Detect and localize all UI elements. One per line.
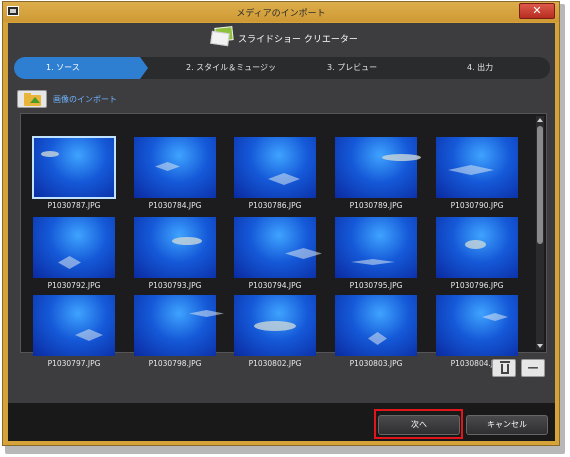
- trash-icon: [500, 361, 510, 374]
- photo-thumbnail[interactable]: P1030802.JPG: [234, 295, 316, 375]
- import-images-button[interactable]: [17, 90, 47, 108]
- photo-image: [234, 137, 316, 198]
- page-title: スライドショー クリエーター: [238, 35, 358, 45]
- delete-button[interactable]: [492, 359, 516, 377]
- photo-image: [32, 136, 116, 199]
- photo-thumbnail[interactable]: P1030794.JPG: [234, 217, 322, 297]
- import-images-label[interactable]: 画像のインポート: [53, 94, 117, 105]
- photo-thumbnail[interactable]: P1030797.JPG: [33, 295, 115, 375]
- photo-image: [234, 295, 316, 356]
- photo-filename: P1030803.JPG: [349, 359, 403, 368]
- photo-thumbnail[interactable]: P1030796.JPG: [436, 217, 518, 297]
- step-preview[interactable]: 3. プレビュー: [327, 57, 377, 79]
- next-button-highlight: [374, 409, 463, 439]
- photo-filename: P1030795.JPG: [349, 281, 403, 290]
- photo-thumbnail[interactable]: P1030798.JPG: [134, 295, 224, 375]
- step-output[interactable]: 4. 出力: [467, 57, 493, 79]
- photo-filename: P1030787.JPG: [47, 201, 101, 210]
- title-bar[interactable]: メディアのインポート ✕: [3, 2, 559, 22]
- photo-thumbnail[interactable]: P1030790.JPG: [436, 137, 518, 217]
- photo-thumbnail[interactable]: P1030789.JPG: [335, 137, 421, 217]
- window-title: メディアのインポート: [236, 9, 326, 19]
- photo-filename: P1030796.JPG: [450, 281, 504, 290]
- dialog-body: スライドショー クリエーター 1. ソース 2. スタイル＆ミュージッ 3. プ…: [8, 23, 555, 441]
- photo-image: [436, 217, 518, 278]
- photo-thumbnail[interactable]: P1030787.JPG: [32, 136, 116, 217]
- photo-image: [436, 137, 518, 198]
- import-media-window: メディアのインポート ✕ スライドショー クリエーター 1. ソース 2. スタ…: [2, 1, 560, 446]
- photo-image: [33, 217, 115, 278]
- photo-image: [436, 295, 518, 356]
- cancel-button[interactable]: キャンセル: [466, 415, 548, 435]
- photo-image: [234, 217, 322, 278]
- footer: 次へ キャンセル: [8, 403, 555, 441]
- photo-thumbnail[interactable]: P1030795.JPG: [335, 217, 417, 297]
- header: スライドショー クリエーター: [8, 23, 555, 53]
- photo-filename: P1030784.JPG: [148, 201, 202, 210]
- photo-filename: P1030790.JPG: [450, 201, 504, 210]
- photo-thumbnail[interactable]: P1030793.JPG: [134, 217, 216, 297]
- vertical-scrollbar[interactable]: [536, 116, 544, 350]
- photo-filename: P1030794.JPG: [248, 281, 302, 290]
- scrollbar-thumb[interactable]: [537, 126, 543, 244]
- photo-image: [134, 217, 216, 278]
- folder-import-icon: [24, 93, 41, 106]
- photo-filename: P1030797.JPG: [47, 359, 101, 368]
- step-source[interactable]: 1. ソース: [14, 57, 148, 79]
- step-style-music[interactable]: 2. スタイル＆ミュージッ: [186, 57, 276, 79]
- photo-image: [335, 137, 421, 198]
- slideshow-logo-icon: [210, 26, 235, 47]
- photo-thumbnail[interactable]: P1030786.JPG: [234, 137, 316, 217]
- photo-image: [335, 217, 417, 278]
- close-icon[interactable]: ✕: [519, 3, 555, 19]
- photo-filename: P1030798.JPG: [148, 359, 202, 368]
- photo-image: [33, 295, 115, 356]
- photo-thumbnail[interactable]: P1030792.JPG: [33, 217, 115, 297]
- photo-grid: P1030787.JPG P1030784.JPG P1030786.JPG P103…: [20, 113, 547, 368]
- photo-filename: P1030786.JPG: [248, 201, 302, 210]
- photo-image: [134, 137, 216, 198]
- photo-thumbnail[interactable]: P1030803.JPG: [335, 295, 417, 375]
- photo-thumbnail[interactable]: P1030784.JPG: [134, 137, 216, 217]
- photo-filename: P1030789.JPG: [349, 201, 403, 210]
- scroll-up-icon[interactable]: [537, 118, 543, 122]
- minus-icon[interactable]: —: [521, 359, 545, 377]
- wizard-steps: 1. ソース 2. スタイル＆ミュージッ 3. プレビュー 4. 出力: [14, 57, 550, 79]
- import-bar: 画像のインポート: [17, 90, 217, 108]
- scroll-down-icon[interactable]: [537, 344, 543, 348]
- photo-filename: P1030792.JPG: [47, 281, 101, 290]
- photo-image: [335, 295, 417, 356]
- photo-filename: P1030802.JPG: [248, 359, 302, 368]
- photo-filename: P1030793.JPG: [148, 281, 202, 290]
- photo-image: [134, 295, 224, 356]
